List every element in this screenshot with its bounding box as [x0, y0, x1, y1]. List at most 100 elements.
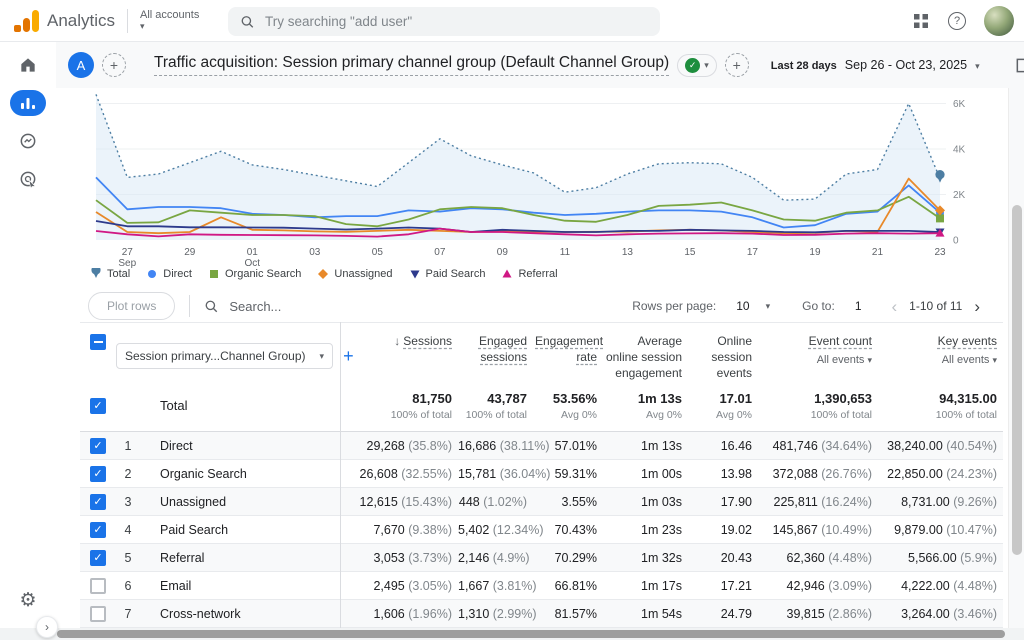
- legend-item-direct[interactable]: Direct: [146, 268, 192, 280]
- goto-page-value[interactable]: 1: [855, 299, 862, 313]
- legend-item-paid-search[interactable]: Paid Search: [409, 268, 486, 280]
- column-filter[interactable]: All events ▾: [760, 352, 872, 368]
- sort-descending-icon: ↓: [394, 334, 400, 348]
- row-checkbox[interactable]: ✓: [90, 466, 106, 482]
- column-header-engagement-rate[interactable]: Engagement rate: [533, 331, 603, 381]
- row-checkbox[interactable]: ✓: [90, 550, 106, 566]
- triangle-up-icon: [501, 268, 513, 280]
- previous-page-icon[interactable]: ‹: [888, 298, 902, 315]
- report-status-control[interactable]: ✓ ▾: [677, 54, 717, 77]
- svg-text:11: 11: [560, 247, 571, 258]
- circle-icon: [146, 268, 158, 280]
- sidebar-item-home[interactable]: [0, 50, 56, 80]
- svg-text:15: 15: [684, 247, 696, 258]
- legend-item-total[interactable]: Total: [90, 268, 130, 280]
- cell-sessions: 1,606 (1.96%): [340, 607, 458, 621]
- triangle-down-icon: [409, 268, 421, 280]
- column-header-avg-online-session-engagement[interactable]: Average online session engagement: [603, 331, 688, 381]
- global-search[interactable]: [228, 7, 660, 36]
- cell-engaged-sessions: 15,781 (36.04%): [458, 467, 533, 481]
- row-checkbox[interactable]: [90, 606, 106, 622]
- table-search-input[interactable]: [229, 299, 389, 314]
- add-metric-button[interactable]: +: [725, 53, 749, 77]
- admin-gear-icon[interactable]: ⚙: [0, 589, 56, 612]
- table-search[interactable]: [204, 299, 389, 314]
- dimension-dropdown[interactable]: Session primary...Channel Group) ▾: [116, 343, 333, 369]
- row-number: 1: [116, 439, 140, 453]
- cell-online-session-events: 24.79: [688, 607, 758, 621]
- account-switcher[interactable]: All accounts ▾: [140, 10, 199, 32]
- chevron-down-icon: ▾: [140, 21, 145, 31]
- cell-event-count: 39,815 (2.86%): [758, 607, 878, 621]
- select-all-checkbox[interactable]: [90, 334, 106, 350]
- top-bar: Analytics All accounts ▾ ?: [0, 0, 1024, 42]
- cell-avg-online-session-engagement: 1m 23s: [603, 523, 688, 537]
- column-header-online-session-events[interactable]: Online session events: [688, 331, 758, 381]
- dimension-dropdown-value: Session primary...Channel Group): [125, 349, 306, 363]
- row-checkbox[interactable]: ✓: [90, 494, 106, 510]
- cell-engagement-rate: 70.43%: [533, 523, 603, 537]
- legend-item-organic-search[interactable]: Organic Search: [208, 268, 301, 280]
- row-number: 5: [116, 551, 140, 565]
- add-comparison-button[interactable]: +: [102, 53, 126, 77]
- analytics-logo-icon[interactable]: [14, 10, 39, 32]
- column-header-key-events[interactable]: Key eventsAll events ▾: [878, 331, 1003, 381]
- row-number: 7: [116, 607, 140, 621]
- horizontal-scrollbar-thumb[interactable]: [57, 630, 1005, 638]
- cell-engagement-rate: 57.01%: [533, 439, 603, 453]
- column-filter[interactable]: All events ▾: [880, 352, 997, 368]
- report-title[interactable]: Traffic acquisition: Session primary cha…: [154, 54, 669, 76]
- row-number: 4: [116, 523, 140, 537]
- svg-text:03: 03: [309, 247, 321, 258]
- row-checkbox[interactable]: [90, 578, 106, 594]
- sidebar-item-explore[interactable]: [0, 126, 56, 156]
- table-row-cross-network: 7Cross-network1,606 (1.96%)1,310 (2.99%)…: [80, 600, 1003, 628]
- rows-per-page-value[interactable]: 10: [736, 299, 749, 313]
- user-avatar[interactable]: [984, 6, 1014, 36]
- cell-avg-online-session-engagement: 1m 17s: [603, 579, 688, 593]
- cell-event-count: 62,360 (4.48%): [758, 551, 878, 565]
- table-row-unassigned: ✓3Unassigned12,615 (15.43%)448 (1.02%)3.…: [80, 488, 1003, 516]
- totals-cell-engaged-sessions: 43,787100% of total: [458, 391, 533, 421]
- feedback-note-icon[interactable]: [1014, 56, 1024, 75]
- help-icon[interactable]: ?: [948, 12, 966, 30]
- check-circle-icon: ✓: [685, 58, 700, 73]
- cell-engaged-sessions: 2,146 (4.9%): [458, 551, 533, 565]
- column-header-event-count[interactable]: Event countAll events ▾: [758, 331, 878, 381]
- row-checkbox[interactable]: ✓: [90, 522, 106, 538]
- channel-name: Paid Search: [140, 523, 340, 537]
- row-number: 6: [116, 579, 140, 593]
- legend-item-unassigned[interactable]: Unassigned: [317, 268, 392, 280]
- plot-rows-button[interactable]: Plot rows: [88, 292, 175, 320]
- reports-active-pill: [10, 90, 46, 116]
- cell-event-count: 42,946 (3.09%): [758, 579, 878, 593]
- global-search-input[interactable]: [265, 14, 648, 29]
- legend-item-referral[interactable]: Referral: [501, 268, 557, 280]
- totals-cell-sessions: 81,750100% of total: [340, 391, 458, 421]
- totals-cell-avg-online-session-engagement: 1m 13sAvg 0%: [603, 391, 688, 421]
- sidebar-item-reports[interactable]: [0, 88, 56, 118]
- next-page-icon[interactable]: ›: [970, 298, 984, 315]
- table-row-organic-search: ✓2Organic Search26,608 (32.55%)15,781 (3…: [80, 460, 1003, 488]
- expand-nav-button[interactable]: ›: [36, 616, 58, 638]
- totals-cell-key-events: 94,315.00100% of total: [878, 391, 1003, 421]
- apps-grid-icon[interactable]: [912, 12, 930, 30]
- sidebar-item-advertising[interactable]: [0, 164, 56, 194]
- svg-text:13: 13: [622, 247, 634, 258]
- horizontal-scrollbar[interactable]: [0, 628, 1024, 640]
- vertical-scrollbar-thumb[interactable]: [1012, 205, 1022, 555]
- svg-text:4K: 4K: [953, 145, 966, 156]
- vertical-scrollbar[interactable]: [1008, 88, 1024, 628]
- pagination-range: 1-10 of 11: [909, 299, 962, 313]
- column-header-engaged-sessions[interactable]: Engaged sessions: [458, 331, 533, 381]
- cell-engagement-rate: 81.57%: [533, 607, 603, 621]
- totals-cell-online-session-events: 17.01Avg 0%: [688, 391, 758, 421]
- column-header-sessions[interactable]: ↓Sessions: [340, 331, 458, 381]
- property-avatar[interactable]: A: [68, 52, 94, 78]
- date-range-picker[interactable]: Last 28 days Sep 26 - Oct 23, 2025 ▾: [771, 58, 980, 72]
- chevron-down-icon[interactable]: ▾: [766, 301, 771, 312]
- home-icon: [18, 55, 38, 75]
- totals-checkbox[interactable]: ✓: [90, 398, 106, 414]
- cell-key-events: 4,222.00 (4.48%): [878, 579, 1003, 593]
- row-checkbox[interactable]: ✓: [90, 438, 106, 454]
